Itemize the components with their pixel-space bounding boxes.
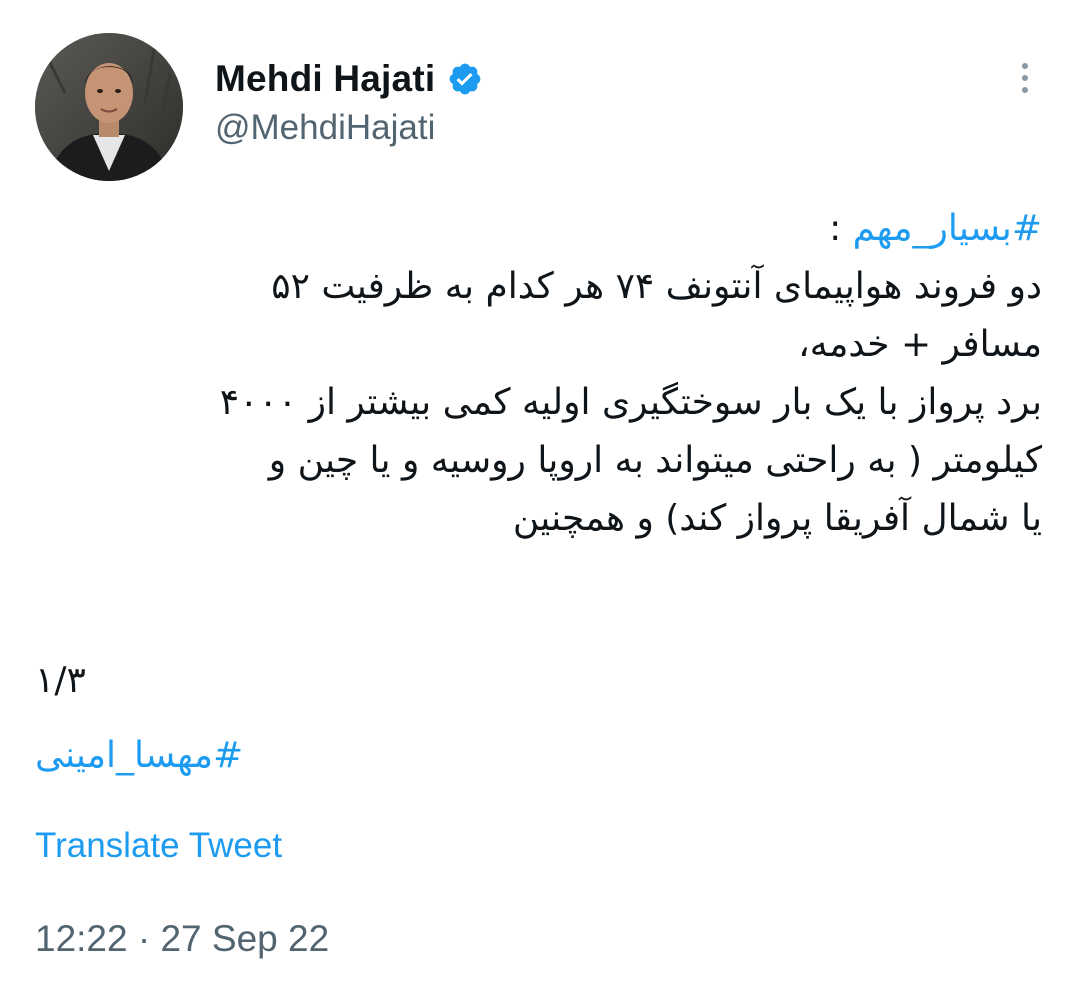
translate-tweet-link[interactable]: Translate Tweet	[35, 826, 282, 866]
tweet-timestamp[interactable]: 12:22 · 27 Sep 22	[35, 918, 329, 960]
tweet-line: برد پرواز با یک بار سوختگیری اولیه کمی ب…	[219, 382, 1042, 423]
author-handle[interactable]: @MehdiHajati	[215, 108, 435, 148]
hashtag-suffix: :	[829, 208, 853, 249]
tweet-line-hashtag: #بسیار_مهم :	[32, 200, 1042, 258]
avatar[interactable]	[35, 33, 183, 181]
hashtag-link-bottom[interactable]: #مهسا_امینی	[35, 735, 243, 776]
tweet-text: #بسیار_مهم : دو فروند هواپیمای آنتونف ۷۴…	[32, 200, 1042, 548]
more-options-icon-dot	[1022, 75, 1028, 81]
tweet-line: یا شمال آفریقا پرواز کند) و همچنین	[512, 498, 1042, 539]
hashtag-link[interactable]: #بسیار_مهم	[853, 208, 1042, 249]
thread-count: ۱/۳	[35, 660, 86, 701]
tweet-detail: Mehdi Hajati @MehdiHajati #بسیار_مهم : د…	[0, 0, 1080, 991]
avatar-image	[35, 33, 183, 181]
tweet-line: کیلومتر ( به راحتی میتواند به اروپا روسی…	[268, 440, 1042, 481]
more-options-button[interactable]	[1003, 56, 1047, 100]
more-options-icon	[1022, 63, 1028, 69]
tweet-line: مسافر + خدمه،	[798, 324, 1042, 365]
author-name-row[interactable]: Mehdi Hajati	[215, 55, 483, 103]
author-display-name[interactable]: Mehdi Hajati	[215, 58, 435, 100]
more-options-icon-dot	[1022, 87, 1028, 93]
verified-badge-icon[interactable]	[447, 61, 483, 97]
tweet-line: دو فروند هواپیمای آنتونف ۷۴ هر کدام به ظ…	[271, 266, 1042, 307]
